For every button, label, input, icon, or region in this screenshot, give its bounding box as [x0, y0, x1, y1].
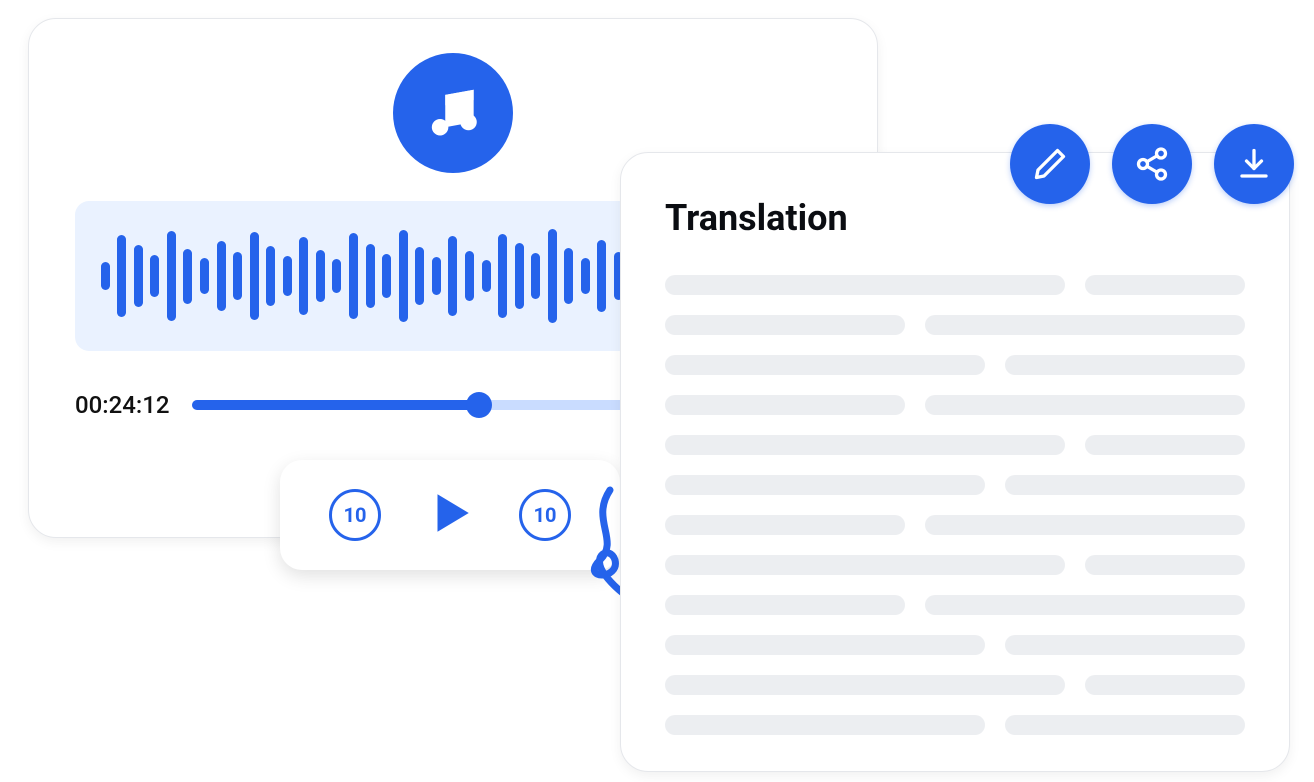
- progress-knob[interactable]: [466, 392, 492, 418]
- waveform-bar: [515, 243, 524, 309]
- waveform-bar: [498, 234, 507, 318]
- waveform-bar: [250, 232, 259, 320]
- waveform-bar: [465, 251, 474, 301]
- waveform-bar: [150, 255, 159, 297]
- waveform-bar: [399, 230, 408, 322]
- waveform-bar: [366, 244, 375, 308]
- waveform-bar: [233, 252, 242, 300]
- waveform-bar: [183, 249, 192, 304]
- play-button[interactable]: [425, 488, 475, 542]
- playback-controls: 10 10: [280, 460, 620, 570]
- waveform-bar: [266, 246, 275, 306]
- waveform-bar: [548, 229, 557, 323]
- waveform-bar: [382, 254, 391, 298]
- waveform-bar: [448, 236, 457, 316]
- current-time-label: 00:24:12: [75, 391, 170, 419]
- waveform-bar: [415, 247, 424, 305]
- waveform-bar: [299, 237, 308, 315]
- waveform-bar: [101, 262, 110, 290]
- waveform-bar: [332, 259, 341, 293]
- waveform-bar: [432, 257, 441, 295]
- waveform-bar: [316, 250, 325, 302]
- waveform-bar: [597, 240, 606, 312]
- share-icon: [1134, 146, 1170, 182]
- progress-fill: [192, 400, 480, 410]
- waveform-bar: [531, 253, 540, 299]
- download-button[interactable]: [1214, 124, 1294, 204]
- waveform-bar: [217, 241, 226, 311]
- edit-button[interactable]: [1010, 124, 1090, 204]
- music-icon: [393, 53, 513, 173]
- waveform-bar: [200, 258, 209, 294]
- waveform-bar: [564, 248, 573, 304]
- waveform-bar: [134, 245, 143, 307]
- waveform-bar: [349, 233, 358, 319]
- pencil-icon: [1032, 146, 1068, 182]
- translation-text-placeholder: [665, 275, 1245, 735]
- waveform-bar: [283, 256, 292, 296]
- waveform-bar: [167, 231, 176, 321]
- translation-actions: [1010, 124, 1294, 204]
- forward-10-button[interactable]: 10: [519, 489, 571, 541]
- translation-panel: Translation: [620, 152, 1290, 772]
- rewind-10-button[interactable]: 10: [329, 489, 381, 541]
- share-button[interactable]: [1112, 124, 1192, 204]
- waveform-bar: [117, 235, 126, 317]
- download-icon: [1236, 146, 1272, 182]
- waveform-bar: [581, 258, 590, 294]
- waveform-bar: [482, 260, 491, 292]
